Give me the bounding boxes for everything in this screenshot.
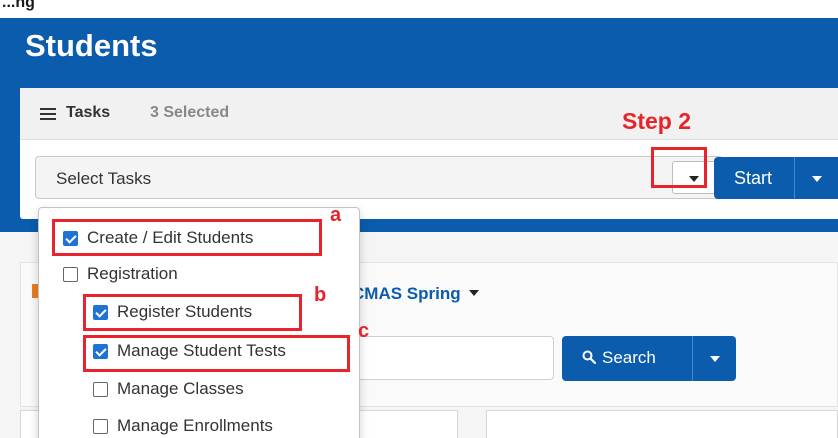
task-option-label: Registration — [87, 264, 178, 283]
step-2-highlight-box — [651, 147, 707, 188]
search-button[interactable]: Search — [562, 336, 736, 381]
administration-label: CMAS Spring — [352, 284, 461, 303]
annotation-letter-a: a — [330, 204, 342, 226]
step-2-annotation: Step 2 — [622, 108, 692, 134]
chevron-down-icon — [468, 290, 479, 296]
top-strip: ...ng — [0, 0, 838, 18]
checkbox-empty-icon[interactable] — [93, 419, 108, 434]
search-options-chevron-icon[interactable] — [710, 356, 720, 362]
search-button-label: Search — [602, 348, 656, 367]
checkbox-empty-icon[interactable] — [93, 382, 108, 397]
task-option-label: Manage Classes — [117, 379, 244, 398]
select-tasks-placeholder: Select Tasks — [56, 169, 152, 188]
tasks-selected-count: 3 Selected — [150, 104, 230, 121]
select-tasks-dropdown[interactable]: Select Tasks — [35, 156, 723, 199]
start-options-chevron-icon[interactable] — [812, 176, 822, 182]
page-title: Students — [25, 28, 158, 63]
administration-dropdown[interactable]: CMAS Spring — [352, 284, 479, 304]
top-strip-label: ...ng — [2, 0, 35, 11]
task-option-label: Manage Enrollments — [117, 416, 273, 435]
start-button-label: Start — [734, 168, 773, 188]
search-icon — [582, 350, 596, 364]
tasks-card: Tasks 3 Selected Select Tasks Start — [20, 88, 838, 219]
start-button[interactable]: Start — [714, 157, 838, 199]
highlight-box-c — [83, 335, 350, 372]
search-button-divider — [692, 336, 693, 381]
start-button-divider — [794, 157, 795, 199]
tasks-title: Tasks — [66, 104, 111, 121]
annotation-letter-c: c — [358, 320, 370, 342]
annotation-letter-b: b — [314, 284, 327, 306]
highlight-box-a — [52, 219, 322, 256]
checkbox-empty-icon[interactable] — [63, 267, 78, 282]
highlight-box-b — [83, 294, 302, 331]
tasks-list-icon — [40, 108, 56, 120]
tasks-header: Tasks 3 Selected — [20, 88, 838, 140]
filter-panel-right — [486, 410, 838, 438]
